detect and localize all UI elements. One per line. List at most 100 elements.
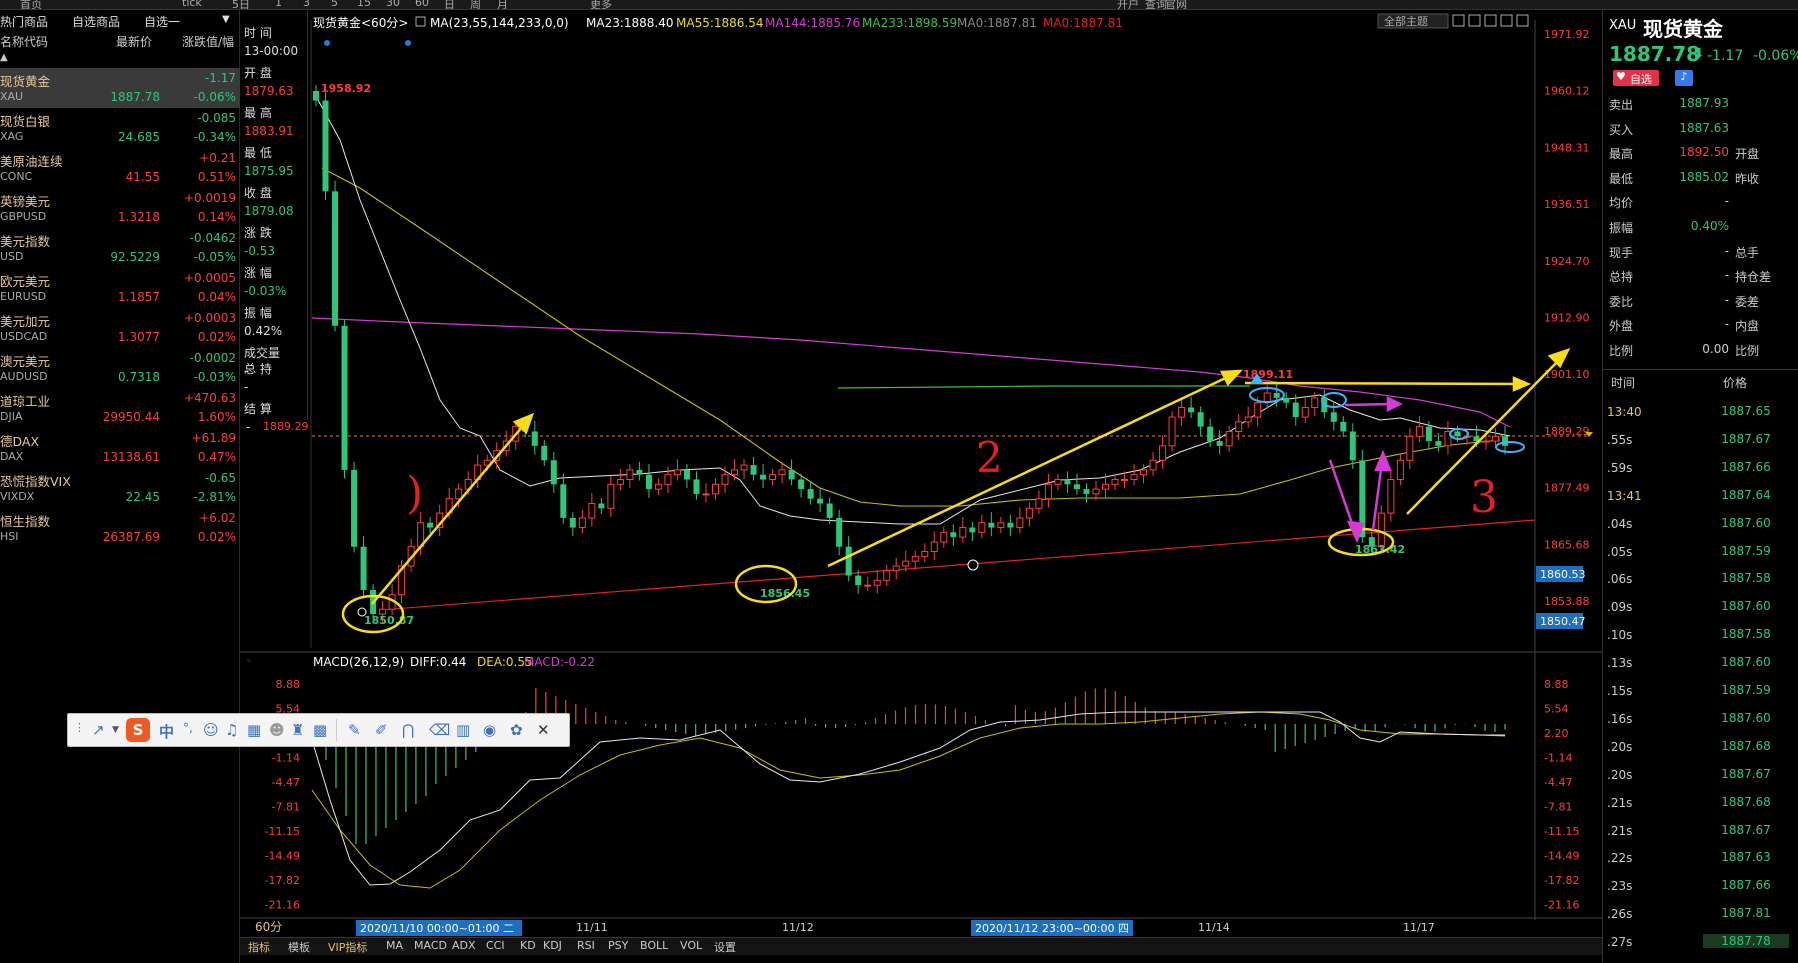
sort-up-icon[interactable]: ▲	[0, 52, 8, 63]
toolbar-home[interactable]: 首页	[20, 0, 42, 9]
toolbar-60m[interactable]: 60	[415, 0, 429, 9]
indicator-tab[interactable]: MA	[386, 939, 403, 952]
eraser-icon[interactable]: ⌫	[429, 721, 450, 739]
period-selector[interactable]: 60分	[255, 920, 282, 934]
indicator-tab[interactable]: 设置	[714, 939, 736, 955]
toolbar-3m[interactable]: 3	[303, 0, 310, 9]
indicator-tab[interactable]: KDJ	[543, 939, 562, 952]
kline-chart[interactable]: 现货黄金<60分> MA(23,55,144,233,0,0) MA23:188…	[240, 10, 1602, 937]
close-icon[interactable]: ✕	[537, 721, 550, 739]
ime-punct-toggle[interactable]: °,	[183, 721, 193, 735]
candle-body	[750, 465, 757, 475]
draw-pen-icon[interactable]: ✐	[375, 721, 388, 739]
magnet-icon[interactable]: ⋂	[402, 721, 414, 739]
ruler-icon[interactable]: ✎	[348, 721, 361, 739]
toolbar-30m[interactable]: 30	[386, 0, 400, 9]
toolbar-15m[interactable]: 15	[357, 0, 371, 9]
user-icon[interactable]: ☻	[269, 721, 285, 739]
eye-icon[interactable]: ◉	[483, 721, 496, 739]
tick-time: .09s	[1607, 600, 1633, 615]
top-toolbar: 首页 tick 5日 1 3 5 15 30 60 日 周 月 更多 开户 查询…	[0, 0, 1798, 10]
quote-label: 比例	[1609, 344, 1634, 358]
indicator-tab[interactable]: PSY	[608, 939, 628, 952]
list-item[interactable]: 恐慌指数VIX VIXDX -0.65 22.45 -2.81%	[0, 468, 240, 508]
drag-handle-icon[interactable]: ⋮	[74, 721, 85, 734]
gear-icon[interactable]: ✿	[510, 721, 523, 739]
quote-label: 振幅	[1609, 221, 1634, 235]
toolbox-icon[interactable]: ▩	[313, 721, 327, 739]
list-item[interactable]: 美原油连续 CONC +0.21 41.55 0.51%	[0, 148, 240, 188]
window-ctrl-4-icon[interactable]	[1500, 14, 1513, 27]
bell-icon[interactable]: ♪	[1675, 70, 1693, 86]
col-change[interactable]: 涨跌值/幅	[182, 33, 234, 50]
quote-value: 1892.50	[1679, 145, 1729, 160]
toolbar-5m[interactable]: 5	[331, 0, 338, 9]
list-item[interactable]: 德DAX DAX +61.89 13138.61 0.47%	[0, 428, 240, 468]
tick-time: .10s	[1607, 628, 1633, 643]
tab-favorites-one[interactable]: 自选一	[144, 13, 180, 30]
candle-body	[1425, 426, 1432, 442]
candle-body	[921, 551, 929, 557]
indicator-tab[interactable]: RSI	[577, 939, 595, 952]
fav-button[interactable]: ♥ 自选	[1613, 70, 1659, 86]
macd-tick: -4.47	[1544, 776, 1572, 789]
candle-body	[588, 503, 596, 519]
window-ctrl-2-icon[interactable]	[1468, 14, 1481, 27]
list-item[interactable]: 道琼工业 DJIA +470.63 29950.44 1.60%	[0, 388, 240, 428]
macd-close-icon[interactable]: ◦	[246, 656, 252, 667]
pen-icon[interactable]: ↗	[92, 721, 105, 739]
item-pct: 0.51%	[197, 170, 236, 184]
indicator-tab[interactable]: VIP指标	[328, 939, 367, 955]
indicator-tab[interactable]: ADX	[452, 939, 476, 952]
toolbar-5day[interactable]: 5日	[232, 0, 250, 9]
list-item[interactable]: 欧元美元 EURUSD +0.0005 1.1857 0.04%	[0, 268, 240, 308]
keyboard-icon[interactable]: ▦	[247, 721, 261, 739]
col-price[interactable]: 最新价	[116, 33, 152, 50]
window-close-icon[interactable]	[1516, 14, 1529, 27]
ma-settings-icon[interactable]	[415, 16, 426, 27]
toolbar-day[interactable]: 日	[444, 0, 455, 9]
list-item[interactable]: 现货黄金 XAU -1.17 1887.78 -0.06%	[0, 68, 240, 108]
candle-body	[978, 522, 986, 533]
list-item[interactable]: 美元加元 USDCAD +0.0003 1.3077 0.02%	[0, 308, 240, 348]
tick-row: .26s 1887.81	[1603, 904, 1798, 928]
indicator-tab[interactable]: KD	[520, 939, 536, 952]
microphone-icon[interactable]: ♫	[225, 721, 238, 739]
list-item[interactable]: 恒生指数 HSI +6.02 26387.69 0.02%	[0, 508, 240, 548]
toolbar-week[interactable]: 周	[470, 0, 481, 9]
toolbar-month[interactable]: 月	[497, 0, 508, 9]
candle-body	[427, 522, 434, 528]
trash-icon[interactable]: ▥	[456, 721, 470, 739]
ime-lang-toggle[interactable]: 中	[159, 721, 174, 742]
window-ctrl-1-icon[interactable]	[1452, 14, 1465, 27]
tab-hot[interactable]: 热门商品	[0, 13, 48, 30]
toolbar-1m[interactable]: 1	[275, 0, 282, 9]
indicator-tab[interactable]: CCI	[486, 939, 505, 952]
pen-dropdown-icon[interactable]: ▼	[112, 725, 119, 735]
indicator-tab[interactable]: 模板	[288, 939, 310, 955]
list-item[interactable]: 美元指数 USD -0.0462 92.5229 -0.05%	[0, 228, 240, 268]
toolbar-website[interactable]: 官网	[1165, 0, 1187, 9]
toolbar-tick[interactable]: tick	[182, 0, 202, 9]
tick-time: .55s	[1607, 432, 1633, 447]
indicator-tab[interactable]: VOL	[680, 939, 702, 952]
tab-favorites[interactable]: 自选商品	[72, 13, 120, 30]
quote-label-2: 内盘	[1735, 319, 1760, 334]
list-item[interactable]: 澳元美元 AUDUSD -0.0002 0.7318 -0.03%	[0, 348, 240, 388]
candle-body	[1377, 512, 1385, 548]
list-item[interactable]: 现货白银 XAG -0.085 24.685 -0.34%	[0, 108, 240, 148]
dropdown-icon[interactable]: ▼	[222, 14, 230, 25]
indicator-tab[interactable]: 指标	[248, 939, 270, 955]
emoji-icon[interactable]: ☺	[203, 721, 219, 739]
toolbar-query[interactable]: 查询	[1145, 0, 1167, 9]
list-item[interactable]: 英镑美元 GBPUSD +0.0019 1.3218 0.14%	[0, 188, 240, 228]
toolbar-open-account[interactable]: 开户	[1117, 0, 1139, 9]
skin-icon[interactable]: ♜	[291, 721, 304, 739]
indicator-tab[interactable]: MACD	[414, 939, 447, 952]
ime-logo-icon[interactable]: S	[126, 718, 150, 742]
toolbar-more[interactable]: 更多	[590, 0, 612, 9]
window-ctrl-3-icon[interactable]	[1484, 14, 1497, 27]
indicator-tab[interactable]: BOLL	[640, 939, 668, 952]
marker-dot	[324, 40, 330, 46]
col-name[interactable]: 名称代码	[0, 33, 48, 50]
